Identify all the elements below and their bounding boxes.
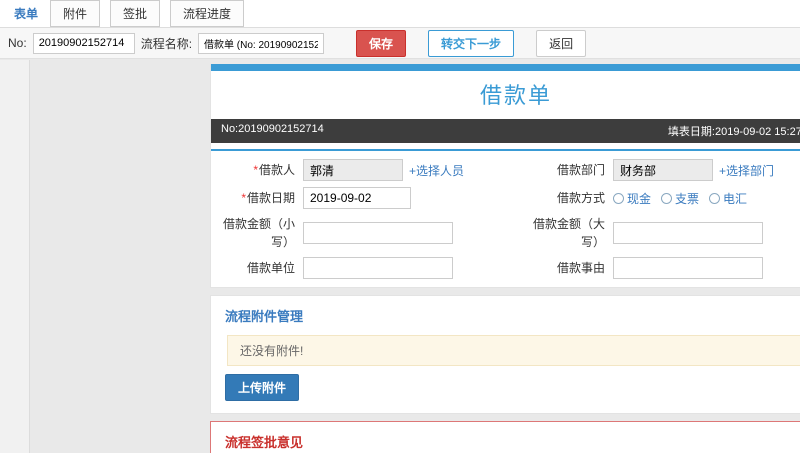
borrow-method-label: 借款方式 xyxy=(556,191,605,205)
tab-form[interactable]: 表单 xyxy=(12,1,40,26)
amount-big-input[interactable] xyxy=(613,222,763,244)
borrower-label: *借款人 xyxy=(253,163,295,177)
tab-attachments[interactable]: 附件 xyxy=(50,0,101,27)
page-title: 借款单 xyxy=(479,83,552,108)
back-button[interactable]: 返回 xyxy=(536,29,587,57)
tab-approval[interactable]: 签批 xyxy=(110,0,161,27)
borrow-method-field: 现金 支票 电汇 xyxy=(613,190,800,207)
department-label: 借款部门 xyxy=(556,163,605,177)
no-label: No: xyxy=(8,36,27,50)
amount-small-field xyxy=(303,222,525,244)
attachments-title: 流程附件管理 xyxy=(225,309,304,324)
panel-top-strip xyxy=(211,64,800,71)
tab-bar: 表单 附件 签批 流程进度 xyxy=(0,0,800,28)
required-mark: * xyxy=(241,191,246,205)
form-header-bar: No:20190902152714 填表日期:2019-09-02 15:27:… xyxy=(211,119,800,143)
approval-section: 流程签批意见 B I abc A ⚓ ⚑ ☰ ☰ ⇤ ⇥ “ xyxy=(210,421,800,453)
borrow-date-input[interactable] xyxy=(303,187,411,209)
select-department-link[interactable]: +选择部门 xyxy=(719,162,774,179)
radio-cheque[interactable]: 支票 xyxy=(661,190,699,207)
no-input[interactable] xyxy=(32,32,135,54)
form-date-text: 填表日期:2019-09-02 15:27:1 xyxy=(667,126,800,138)
unit-label: 借款单位 xyxy=(246,261,295,275)
left-sidebar xyxy=(0,60,30,453)
department-field: +选择部门 xyxy=(613,159,800,181)
radio-icon xyxy=(709,192,721,204)
form-no-text: No:20190902152714 xyxy=(221,123,324,135)
reason-field xyxy=(613,257,800,279)
upload-attachment-button[interactable]: 上传附件 xyxy=(225,374,300,401)
reason-label: 借款事由 xyxy=(556,261,605,275)
amount-big-field xyxy=(613,222,800,244)
amount-big-label: 借款金额（大写） xyxy=(532,217,605,249)
process-name-input[interactable] xyxy=(198,32,325,54)
radio-icon xyxy=(613,192,624,204)
process-name-label: 流程名称: xyxy=(140,36,193,51)
unit-field xyxy=(303,257,525,279)
reason-input[interactable] xyxy=(613,257,763,279)
form-panel: 借款单 No:20190902152714 填表日期:2019-09-02 15… xyxy=(210,64,800,453)
borrower-input[interactable] xyxy=(303,159,403,181)
radio-icon xyxy=(661,192,673,204)
amount-small-input[interactable] xyxy=(303,222,453,244)
borrower-field: +选择人员 xyxy=(303,159,525,181)
no-attachments-notice: 还没有附件! xyxy=(227,335,800,366)
unit-input[interactable] xyxy=(303,257,453,279)
main-area: 借款单 No:20190902152714 填表日期:2019-09-02 15… xyxy=(0,60,800,453)
tab-process-progress[interactable]: 流程进度 xyxy=(170,0,245,27)
next-step-button[interactable]: 转交下一步 xyxy=(428,29,515,57)
loan-form-section: 借款单 No:20190902152714 填表日期:2019-09-02 15… xyxy=(210,64,800,288)
attachments-section: 流程附件管理 还没有附件! 上传附件 xyxy=(210,295,800,414)
borrow-method-options: 现金 支票 电汇 xyxy=(613,190,747,207)
radio-cash[interactable]: 现金 xyxy=(613,190,651,207)
borrow-date-field xyxy=(303,187,525,209)
required-mark: * xyxy=(253,163,258,177)
approval-title: 流程签批意见 xyxy=(225,435,304,450)
save-button[interactable]: 保存 xyxy=(356,29,407,57)
radio-wire-transfer[interactable]: 电汇 xyxy=(709,190,747,207)
form-grid: *借款人 +选择人员 借款部门 +选择部门 *借款日期 借款 xyxy=(211,151,800,283)
select-person-link[interactable]: +选择人员 xyxy=(409,162,464,179)
amount-small-label: 借款金额（小写） xyxy=(222,217,295,249)
borrow-date-label: *借款日期 xyxy=(241,191,295,205)
department-input[interactable] xyxy=(613,159,713,181)
command-toolbar: No: 流程名称: 保存 转交下一步 返回 xyxy=(0,28,800,59)
